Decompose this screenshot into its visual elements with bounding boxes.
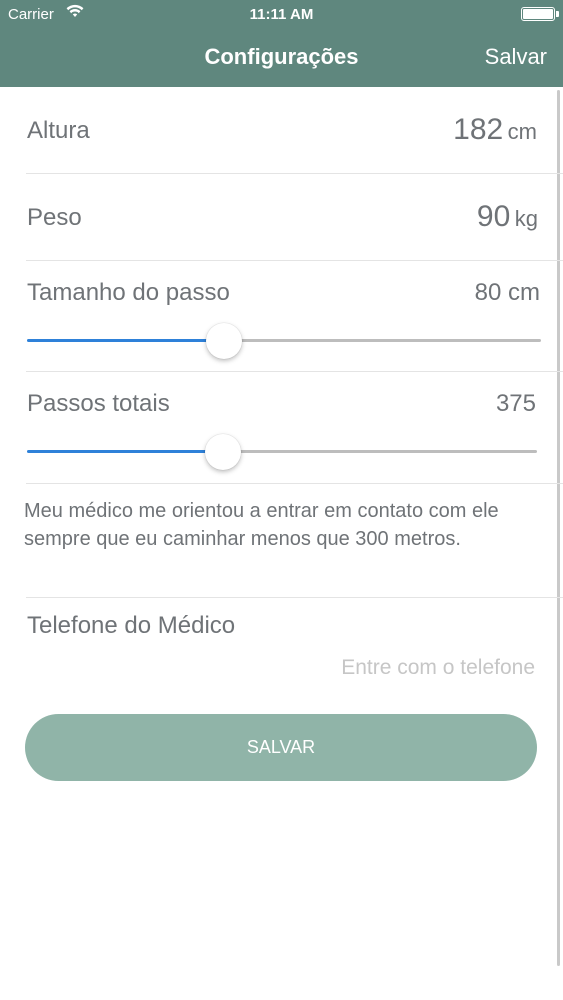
step-size-value: 80 cm bbox=[474, 279, 540, 306]
slider-track-max bbox=[224, 339, 541, 342]
weight-number: 90 bbox=[476, 200, 511, 233]
doctor-note: Meu médico me orientou a entrar em conta… bbox=[24, 500, 499, 550]
battery-tip bbox=[556, 11, 559, 17]
total-steps-row: Passos totais 375 bbox=[0, 372, 563, 483]
height-number: 182 bbox=[453, 113, 504, 146]
status-bar: Carrier 11:11 AM bbox=[0, 0, 563, 30]
page-title: Configurações bbox=[204, 44, 359, 69]
height-label: Altura bbox=[27, 117, 90, 144]
total-steps-label: Passos totais bbox=[27, 390, 170, 417]
doctor-phone-input[interactable] bbox=[215, 652, 535, 684]
divider bbox=[26, 483, 563, 484]
weight-value: 90 kg bbox=[477, 200, 538, 234]
nav-bar: Carrier 11:11 AM Configurações Salvar bbox=[0, 0, 563, 87]
divider bbox=[26, 597, 563, 598]
weight-unit: kg bbox=[514, 206, 538, 231]
battery-icon bbox=[521, 7, 555, 21]
slider-track-min bbox=[27, 450, 223, 453]
total-steps-slider[interactable] bbox=[27, 432, 537, 472]
slider-thumb[interactable] bbox=[204, 434, 241, 470]
total-steps-value: 375 bbox=[495, 390, 536, 417]
slider-track-max bbox=[222, 450, 537, 453]
step-size-slider[interactable] bbox=[27, 321, 541, 361]
nav-save-button[interactable]: Salvar bbox=[485, 44, 547, 70]
save-button[interactable]: SALVAR bbox=[25, 714, 537, 781]
doctor-phone-label: Telefone do Médico bbox=[27, 612, 236, 639]
weight-label: Peso bbox=[27, 204, 82, 231]
weight-row[interactable]: Peso 90 kg bbox=[0, 174, 563, 261]
step-size-row: Tamanho do passo 80 cm bbox=[0, 261, 563, 371]
height-unit: cm bbox=[507, 119, 537, 144]
slider-thumb[interactable] bbox=[206, 323, 243, 359]
height-row[interactable]: Altura 182 cm bbox=[0, 87, 563, 174]
step-size-label: Tamanho do passo bbox=[27, 279, 230, 306]
height-value: 182 cm bbox=[453, 113, 537, 147]
slider-track-min bbox=[27, 339, 225, 342]
status-time: 11:11 AM bbox=[249, 6, 314, 23]
